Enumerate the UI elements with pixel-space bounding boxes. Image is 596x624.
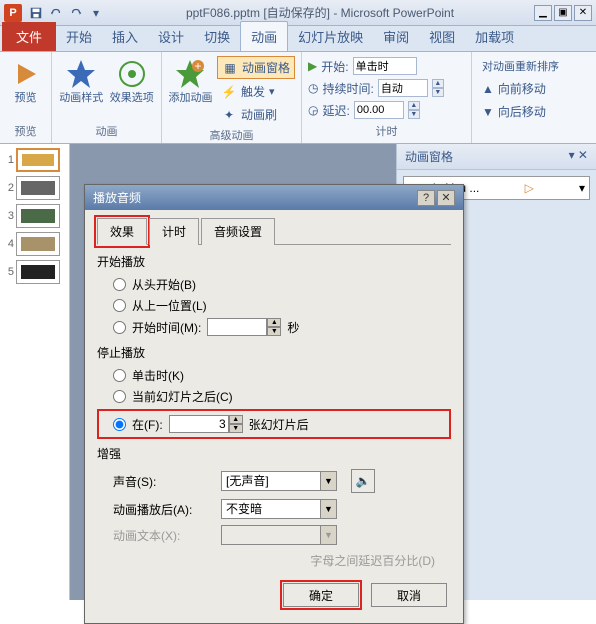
tab-slideshow[interactable]: 幻灯片放映 [288, 22, 373, 51]
sound-combo[interactable]: [无声音]▼ [221, 471, 337, 491]
group-timing: 计时 [308, 121, 465, 141]
svg-text:+: + [195, 59, 202, 73]
tab-design[interactable]: 设计 [148, 22, 194, 51]
preview-icon [10, 58, 42, 90]
close-button[interactable]: ✕ [574, 5, 592, 21]
trigger-button[interactable]: ⚡触发 ▾ [217, 81, 295, 102]
lightning-icon: ⚡ [221, 84, 237, 100]
group-advanced: 高级动画 [168, 125, 295, 145]
enhance-label: 增强 [97, 445, 451, 462]
anim-text-combo: ▼ [221, 525, 337, 545]
add-anim-button[interactable]: + 添加动画 [168, 54, 213, 105]
undo-icon[interactable] [48, 5, 64, 21]
tab-transitions[interactable]: 切换 [194, 22, 240, 51]
tab-audio-settings[interactable]: 音频设置 [201, 218, 275, 245]
preview-button[interactable]: 预览 [6, 54, 45, 105]
slide-panel: 1 2 3 4 5 [0, 144, 70, 600]
ok-button[interactable]: 确定 [283, 583, 359, 607]
duration-spinner[interactable]: ▲▼ [432, 79, 444, 97]
redo-icon[interactable] [68, 5, 84, 21]
start-time-input[interactable] [207, 318, 267, 336]
pane-icon: ▦ [222, 60, 238, 76]
anim-pane-close[interactable]: ▾ ✕ [569, 148, 588, 165]
play-small-icon: ▷ [525, 181, 534, 195]
slide-thumb[interactable]: 4 [2, 232, 67, 256]
start-input[interactable] [353, 57, 417, 75]
play-icon: ▶ [308, 59, 317, 73]
start-play-label: 开始播放 [97, 253, 451, 270]
restore-button[interactable]: ▣ [554, 5, 572, 21]
qat-dropdown-icon[interactable]: ▾ [88, 5, 104, 21]
after-anim-label: 动画播放后(A): [113, 501, 213, 518]
effect-options-button[interactable]: 效果选项 [109, 54, 156, 105]
save-icon[interactable] [28, 5, 44, 21]
move-later-button[interactable]: ▼向后移动 [478, 101, 590, 122]
duration-icon: ◷ [308, 81, 318, 95]
start-time-spinner[interactable]: ▲▼ [267, 318, 281, 336]
letter-delay-label: 字母之间延迟百分比(D) [97, 548, 451, 573]
window-title: pptF086.pptm [自动保存的] - Microsoft PowerPo… [106, 4, 534, 21]
delay-spinner[interactable]: ▲▼ [408, 101, 420, 119]
tab-home[interactable]: 开始 [56, 22, 102, 51]
radio-after-current[interactable] [113, 390, 126, 403]
start-label: 开始: [321, 58, 348, 75]
add-anim-icon: + [174, 58, 206, 90]
sound-label: 声音(S): [113, 473, 213, 490]
delay-label: 延迟: [322, 102, 349, 119]
group-preview: 预览 [6, 121, 45, 141]
slide-thumb[interactable]: 3 [2, 204, 67, 228]
delay-icon: ◶ [308, 103, 318, 117]
stop-play-label: 停止播放 [97, 344, 451, 361]
dialog-close-button[interactable]: ✕ [437, 190, 455, 206]
effect-options-icon [116, 58, 148, 90]
speaker-icon: 🔈 [356, 474, 371, 488]
star-icon [65, 58, 97, 90]
duration-label: 持续时间: [322, 80, 373, 97]
anim-painter-button[interactable]: ✦动画刷 [217, 104, 295, 125]
tab-timing[interactable]: 计时 [149, 218, 199, 245]
chevron-down-icon[interactable]: ▼ [321, 471, 337, 491]
anim-text-label: 动画文本(X): [113, 527, 213, 544]
radio-start-time[interactable] [113, 321, 126, 334]
after-slides-spinner[interactable]: ▲▼ [229, 415, 243, 433]
radio-from-beginning[interactable] [113, 278, 126, 291]
cancel-button[interactable]: 取消 [371, 583, 447, 607]
group-anim: 动画 [58, 121, 155, 141]
reorder-label: 对动画重新排序 [478, 56, 590, 76]
chevron-down-icon: ▼ [321, 525, 337, 545]
up-icon: ▲ [482, 82, 494, 96]
tab-view[interactable]: 视图 [419, 22, 465, 51]
after-slides-input[interactable] [169, 415, 229, 433]
slide-thumb[interactable]: 2 [2, 176, 67, 200]
tab-addins[interactable]: 加载项 [465, 22, 524, 51]
radio-on-click[interactable] [113, 369, 126, 382]
app-icon: P [4, 4, 22, 22]
painter-icon: ✦ [221, 107, 237, 123]
anim-style-button[interactable]: 动画样式 [58, 54, 105, 105]
slide-thumb[interactable]: 5 [2, 260, 67, 284]
file-tab[interactable]: 文件 [2, 22, 56, 51]
move-earlier-button[interactable]: ▲向前移动 [478, 78, 590, 99]
dialog-title: 播放音频 [93, 189, 141, 206]
tab-insert[interactable]: 插入 [102, 22, 148, 51]
anim-pane-button[interactable]: ▦动画窗格 [217, 56, 295, 79]
chevron-down-icon[interactable]: ▼ [321, 499, 337, 519]
radio-from-last[interactable] [113, 299, 126, 312]
tab-review[interactable]: 审阅 [373, 22, 419, 51]
tab-animations[interactable]: 动画 [240, 21, 288, 51]
tab-effect[interactable]: 效果 [97, 218, 147, 245]
anim-pane-title: 动画窗格 [405, 148, 453, 165]
after-anim-combo[interactable]: 不变暗▼ [221, 499, 337, 519]
radio-after-slides[interactable] [113, 418, 126, 431]
speaker-button[interactable]: 🔈 [351, 469, 375, 493]
down-icon: ▼ [482, 105, 494, 119]
duration-input[interactable] [378, 79, 428, 97]
delay-input[interactable] [354, 101, 404, 119]
slide-thumb[interactable]: 1 [2, 148, 67, 172]
play-audio-dialog: 播放音频 ?✕ 效果 计时 音频设置 开始播放 从头开始(B) 从上一位置(L)… [84, 184, 464, 624]
minimize-button[interactable]: ▁ [534, 5, 552, 21]
dialog-help-button[interactable]: ? [417, 190, 435, 206]
